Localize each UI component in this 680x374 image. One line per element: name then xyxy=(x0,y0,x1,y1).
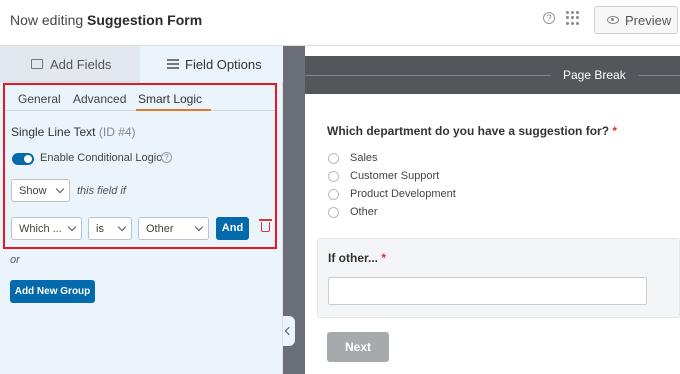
question-text: Which department do you have a suggestio… xyxy=(327,124,610,138)
radio-option-label: Other xyxy=(350,206,378,218)
field-type-label: Single Line Text xyxy=(11,125,96,139)
rule-operator-select[interactable]: is xyxy=(88,217,132,240)
conditional-field-block[interactable]: If other... * xyxy=(317,238,680,318)
add-new-group-button[interactable]: Add New Group xyxy=(10,280,95,303)
next-button[interactable]: Next xyxy=(327,332,389,362)
tab-field-options-label: Field Options xyxy=(185,57,262,72)
chevron-down-icon xyxy=(55,184,65,194)
subtab-general[interactable]: General xyxy=(18,92,61,106)
conditional-field-text: If other... xyxy=(328,251,379,265)
rule-field-value: Which ... xyxy=(19,223,62,235)
trash-icon[interactable] xyxy=(259,219,272,232)
tab-field-options[interactable]: Field Options xyxy=(140,46,283,82)
action-suffix-text: this field if xyxy=(77,185,126,197)
title-prefix: Now editing xyxy=(10,12,84,28)
collapse-panel-handle[interactable] xyxy=(283,316,295,346)
radio-button[interactable] xyxy=(328,189,339,200)
action-select-value: Show xyxy=(19,185,47,197)
sliders-icon xyxy=(167,59,179,69)
subtab-advanced[interactable]: Advanced xyxy=(73,92,126,106)
preview-label: Preview xyxy=(625,13,672,28)
panel-tabs: Add Fields Field Options xyxy=(0,46,283,82)
conditional-logic-toggle[interactable] xyxy=(12,153,34,165)
form-preview: Page Break Which department do you have … xyxy=(305,46,680,374)
required-mark: * xyxy=(381,251,387,265)
chevron-down-icon xyxy=(117,222,127,232)
radio-option-label: Sales xyxy=(350,152,378,164)
and-button[interactable]: And xyxy=(216,217,249,240)
or-separator: or xyxy=(10,254,20,266)
chevron-down-icon xyxy=(67,222,77,232)
rule-field-select[interactable]: Which ... xyxy=(11,217,82,240)
question-icon[interactable]: ? xyxy=(161,152,172,163)
help-icon[interactable]: ? xyxy=(543,12,555,24)
field-heading: Single Line Text (ID #4) xyxy=(11,125,136,139)
apps-grid-icon[interactable] xyxy=(566,11,580,25)
radio-option-label: Product Development xyxy=(350,188,456,200)
active-subtab-indicator xyxy=(136,109,211,111)
action-select[interactable]: Show xyxy=(11,179,70,202)
tab-add-fields[interactable]: Add Fields xyxy=(0,46,140,82)
conditional-field-label: If other... * xyxy=(328,251,386,265)
tab-add-fields-label: Add Fields xyxy=(50,57,112,72)
page-title: Now editing Suggestion Form xyxy=(10,12,202,28)
field-option-subtabs: General Advanced Smart Logic xyxy=(5,87,275,111)
page-break-line xyxy=(639,75,680,76)
field-id-label: (ID #4) xyxy=(98,125,136,139)
page-break-label: Page Break xyxy=(563,68,626,82)
form-name: Suggestion Form xyxy=(87,12,203,28)
conditional-logic-label: Enable Conditional Logic xyxy=(40,152,162,164)
app-root: Now editing Suggestion Form ? Preview Ad… xyxy=(0,0,680,374)
left-panel: Add Fields Field Options General Advance… xyxy=(0,46,283,374)
radio-option-label: Customer Support xyxy=(350,170,440,182)
preview-button[interactable]: Preview xyxy=(594,6,678,34)
smart-logic-section: General Advanced Smart Logic Single Line… xyxy=(3,83,277,249)
list-icon xyxy=(31,59,43,69)
question-label: Which department do you have a suggestio… xyxy=(327,124,617,138)
radio-button[interactable] xyxy=(328,171,339,182)
subtab-smart-logic[interactable]: Smart Logic xyxy=(138,92,202,106)
radio-button[interactable] xyxy=(328,153,339,164)
top-bar: Now editing Suggestion Form ? Preview xyxy=(0,0,680,46)
required-mark: * xyxy=(612,124,618,138)
radio-button[interactable] xyxy=(328,207,339,218)
page-break-bar: Page Break xyxy=(305,56,680,94)
page-break-line xyxy=(305,75,551,76)
rule-value-select[interactable]: Other xyxy=(138,217,209,240)
conditional-text-input[interactable] xyxy=(328,277,647,305)
rule-value-value: Other xyxy=(146,223,174,235)
eye-icon xyxy=(607,16,619,24)
chevron-down-icon xyxy=(194,222,204,232)
rule-operator-value: is xyxy=(96,223,104,235)
